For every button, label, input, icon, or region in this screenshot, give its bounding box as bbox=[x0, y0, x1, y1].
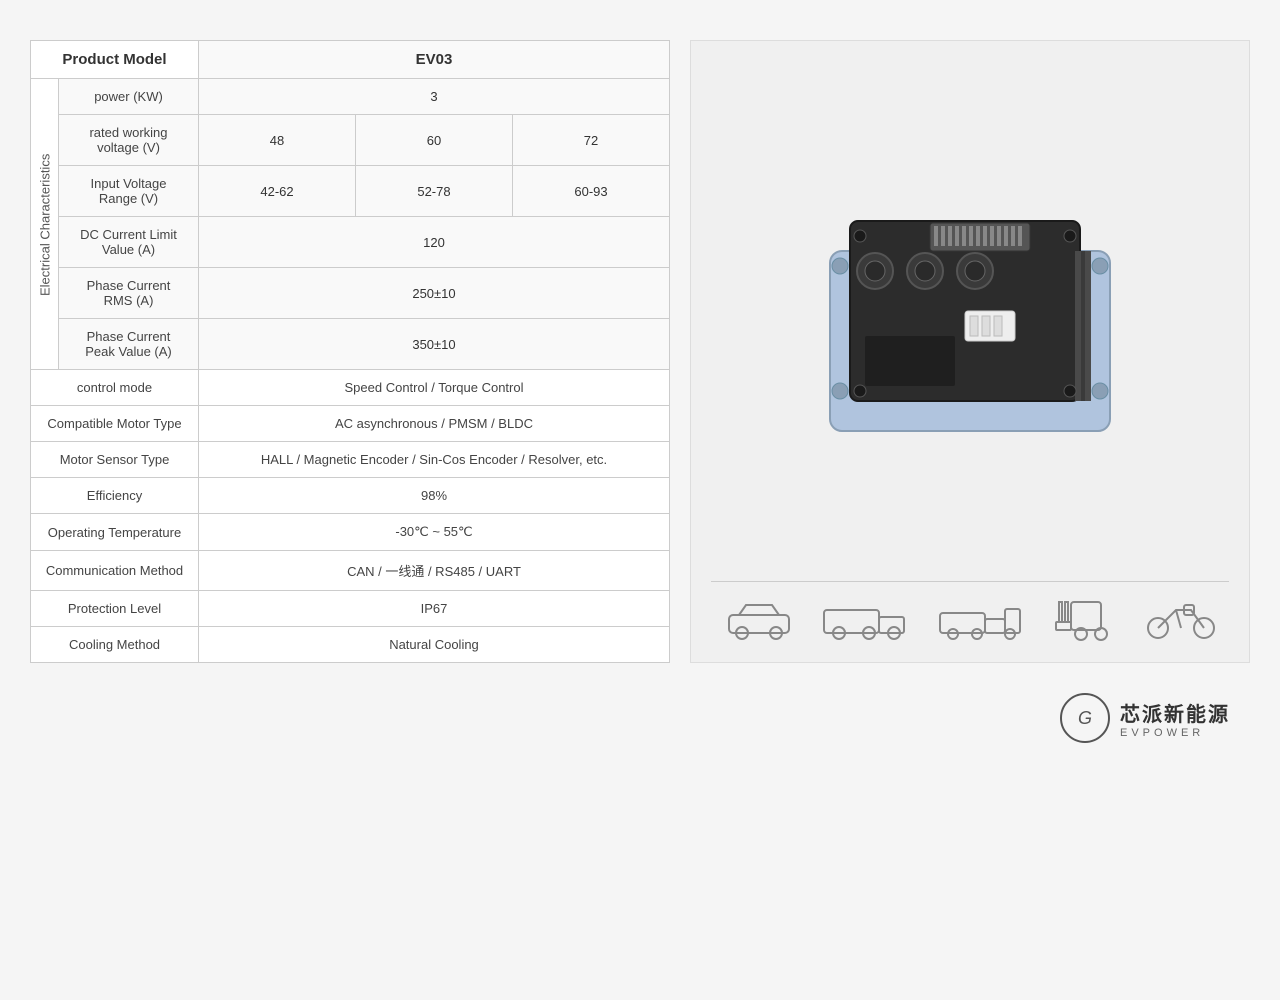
protection-value: IP67 bbox=[199, 591, 670, 627]
car-icon bbox=[724, 595, 794, 640]
control-mode-row: control mode Speed Control / Torque Cont… bbox=[31, 370, 670, 406]
logo-english: EVPOWER bbox=[1120, 727, 1230, 739]
cooling-value: Natural Cooling bbox=[199, 627, 670, 663]
image-section bbox=[690, 40, 1250, 663]
motor-type-row: Compatible Motor Type AC asynchronous / … bbox=[31, 406, 670, 442]
logo-area: G 芯派新能源 EVPOWER bbox=[1060, 693, 1230, 743]
product-model-value: EV03 bbox=[199, 41, 670, 79]
electrical-row-3: Input Voltage Range (V) 42-62 52-78 60-9… bbox=[31, 166, 670, 217]
sensor-type-label: Motor Sensor Type bbox=[31, 442, 199, 478]
product-image-area bbox=[711, 61, 1229, 581]
electrical-row-2: rated working voltage (V) 48 60 72 bbox=[31, 115, 670, 166]
protection-row: Protection Level IP67 bbox=[31, 591, 670, 627]
temperature-label: Operating Temperature bbox=[31, 514, 199, 551]
communication-label: Communication Method bbox=[31, 551, 199, 591]
temperature-value: -30℃ ~ 55℃ bbox=[199, 514, 670, 551]
table-header-row: Product Model EV03 bbox=[31, 41, 670, 79]
motorcycle-icon bbox=[1146, 595, 1216, 640]
phase-rms-label: Phase Current RMS (A) bbox=[59, 268, 199, 319]
voltage-72: 72 bbox=[512, 115, 669, 166]
bottom-section: G 芯派新能源 EVPOWER bbox=[30, 683, 1250, 753]
cooling-label: Cooling Method bbox=[31, 627, 199, 663]
specs-table: Product Model EV03 Electrical Characteri… bbox=[30, 40, 670, 663]
phase-peak-label: Phase Current Peak Value (A) bbox=[59, 319, 199, 370]
electrical-row-4: DC Current Limit Value (A) 120 bbox=[31, 217, 670, 268]
logo-icon-letter: G bbox=[1078, 708, 1092, 729]
dc-current-value: 120 bbox=[199, 217, 670, 268]
forklift-icon bbox=[1051, 592, 1121, 642]
logo-chinese: 芯派新能源 bbox=[1120, 698, 1230, 727]
electrical-row-6: Phase Current Peak Value (A) 350±10 bbox=[31, 319, 670, 370]
efficiency-value: 98% bbox=[199, 478, 670, 514]
main-container: Product Model EV03 Electrical Characteri… bbox=[0, 0, 1280, 773]
control-mode-value: Speed Control / Torque Control bbox=[199, 370, 670, 406]
vehicle-icons bbox=[711, 581, 1229, 642]
logo-icon: G bbox=[1060, 693, 1110, 743]
efficiency-row: Efficiency 98% bbox=[31, 478, 670, 514]
sensor-type-row: Motor Sensor Type HALL / Magnetic Encode… bbox=[31, 442, 670, 478]
construction-truck-icon bbox=[935, 595, 1025, 640]
motor-type-label: Compatible Motor Type bbox=[31, 406, 199, 442]
sensor-type-value: HALL / Magnetic Encoder / Sin-Cos Encode… bbox=[199, 442, 670, 478]
efficiency-label: Efficiency bbox=[31, 478, 199, 514]
input-range-1: 42-62 bbox=[199, 166, 356, 217]
power-label: power (KW) bbox=[59, 79, 199, 115]
dc-current-label: DC Current Limit Value (A) bbox=[59, 217, 199, 268]
top-section: Product Model EV03 Electrical Characteri… bbox=[30, 40, 1250, 663]
phase-peak-value: 350±10 bbox=[199, 319, 670, 370]
product-model-label: Product Model bbox=[31, 41, 199, 79]
protection-label: Protection Level bbox=[31, 591, 199, 627]
logo-text-area: 芯派新能源 EVPOWER bbox=[1120, 698, 1230, 739]
power-value: 3 bbox=[199, 79, 670, 115]
truck-icon bbox=[819, 595, 909, 640]
cooling-row: Cooling Method Natural Cooling bbox=[31, 627, 670, 663]
electrical-row-5: Phase Current RMS (A) 250±10 bbox=[31, 268, 670, 319]
input-range-2: 52-78 bbox=[355, 166, 512, 217]
input-voltage-label: Input Voltage Range (V) bbox=[59, 166, 199, 217]
communication-value: CAN / 一线通 / RS485 / UART bbox=[199, 551, 670, 591]
temperature-row: Operating Temperature -30℃ ~ 55℃ bbox=[31, 514, 670, 551]
table-section: Product Model EV03 Electrical Characteri… bbox=[30, 40, 670, 663]
electrical-characteristics-label: Electrical Characteristics bbox=[31, 79, 59, 370]
product-image bbox=[810, 191, 1130, 451]
control-mode-label: control mode bbox=[31, 370, 199, 406]
voltage-48: 48 bbox=[199, 115, 356, 166]
phase-rms-value: 250±10 bbox=[199, 268, 670, 319]
communication-row: Communication Method CAN / 一线通 / RS485 /… bbox=[31, 551, 670, 591]
voltage-60: 60 bbox=[355, 115, 512, 166]
voltage-label: rated working voltage (V) bbox=[59, 115, 199, 166]
motor-type-value: AC asynchronous / PMSM / BLDC bbox=[199, 406, 670, 442]
input-range-3: 60-93 bbox=[512, 166, 669, 217]
electrical-row-1: Electrical Characteristics power (KW) 3 bbox=[31, 79, 670, 115]
